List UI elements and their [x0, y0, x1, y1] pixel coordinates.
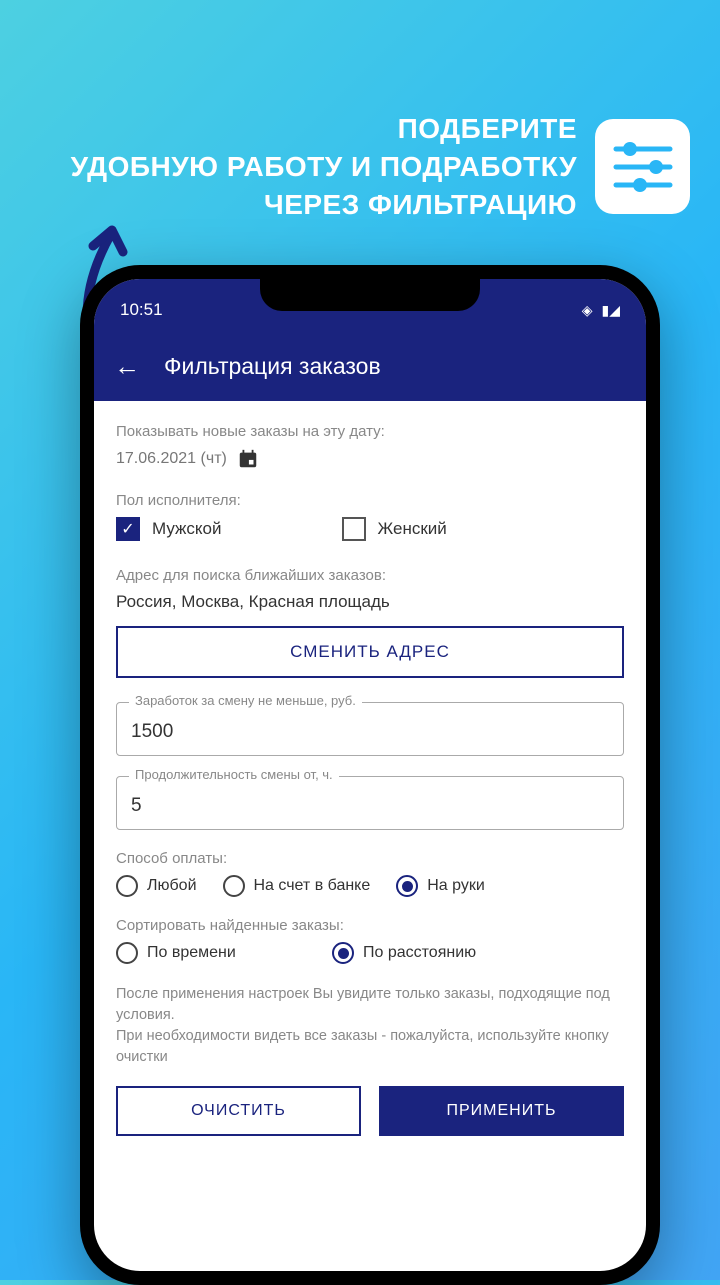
male-label: Мужской	[152, 519, 222, 539]
radio-icon	[116, 875, 138, 897]
phone-notch	[260, 279, 480, 311]
address-value: Россия, Москва, Красная площадь	[116, 592, 624, 612]
clear-button[interactable]: ОЧИСТИТЬ	[116, 1086, 361, 1136]
duration-value: 5	[131, 795, 609, 817]
earnings-input[interactable]: Заработок за смену не меньше, руб. 1500	[116, 702, 624, 756]
earnings-value: 1500	[131, 721, 609, 743]
calendar-icon	[237, 448, 259, 470]
radio-icon	[116, 942, 138, 964]
female-label: Женский	[378, 519, 447, 539]
duration-label: Продолжительность смены от, ч.	[129, 767, 339, 782]
app-bar: ← Фильтрация заказов	[94, 331, 646, 401]
address-label: Адрес для поиска ближайших заказов:	[116, 567, 624, 584]
date-picker[interactable]: 17.06.2021 (чт)	[116, 448, 624, 470]
back-button[interactable]: ←	[114, 351, 140, 382]
radio-payment-cash[interactable]: На руки	[396, 875, 485, 897]
status-time: 10:51	[120, 290, 163, 320]
checkbox-icon	[342, 517, 366, 541]
earnings-label: Заработок за смену не меньше, руб.	[129, 693, 362, 708]
promo-line2: УДОБНУЮ РАБОТУ И ПОДРАБОТКУ	[71, 148, 577, 186]
radio-icon	[223, 875, 245, 897]
promo-line3: ЧЕРЕЗ ФИЛЬТРАЦИЮ	[71, 186, 577, 224]
checkbox-icon: ✓	[116, 517, 140, 541]
date-label: Показывать новые заказы на эту дату:	[116, 423, 624, 440]
screen-title: Фильтрация заказов	[164, 353, 381, 380]
promo-line1: ПОДБЕРИТЕ	[71, 110, 577, 148]
phone-frame: 10:51 ◈ ▮◢ ← Фильтрация заказов Показыва…	[80, 265, 660, 1285]
wifi-icon: ◈	[582, 302, 593, 319]
signal-icon: ▮◢	[602, 302, 620, 319]
status-icons: ◈ ▮◢	[582, 292, 620, 319]
radio-payment-bank[interactable]: На счет в банке	[223, 875, 371, 897]
checkbox-male[interactable]: ✓ Мужской	[116, 517, 222, 541]
filter-sliders-icon	[595, 119, 690, 214]
checkbox-female[interactable]: Женский	[342, 517, 447, 541]
change-address-button[interactable]: СМЕНИТЬ АДРЕС	[116, 626, 624, 678]
apply-button[interactable]: ПРИМЕНИТЬ	[379, 1086, 624, 1136]
duration-input[interactable]: Продолжительность смены от, ч. 5	[116, 776, 624, 830]
gender-label: Пол исполнителя:	[116, 492, 624, 509]
promo-header: ПОДБЕРИТЕ УДОБНУЮ РАБОТУ И ПОДРАБОТКУ ЧЕ…	[71, 110, 690, 223]
radio-icon	[332, 942, 354, 964]
sort-label: Сортировать найденные заказы:	[116, 917, 624, 934]
info-text: После применения настроек Вы увидите тол…	[116, 984, 624, 1068]
payment-label: Способ оплаты:	[116, 850, 624, 867]
radio-sort-distance[interactable]: По расстоянию	[332, 942, 476, 964]
radio-payment-any[interactable]: Любой	[116, 875, 197, 897]
date-value: 17.06.2021 (чт)	[116, 450, 227, 468]
radio-icon	[396, 875, 418, 897]
radio-sort-time[interactable]: По времени	[116, 942, 306, 964]
